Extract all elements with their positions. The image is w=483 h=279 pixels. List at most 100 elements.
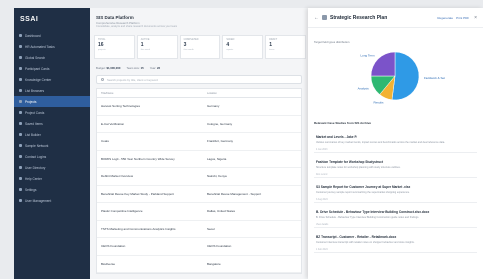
close-icon[interactable]: ×: [474, 15, 477, 21]
team-filter[interactable]: Team size: 15: [126, 66, 143, 70]
table-row[interactable]: Biodiverse Bangalore: [97, 256, 301, 273]
column-header-location[interactable]: Location: [207, 92, 301, 95]
card-desc: B. Drive Schedule - Behaviour Type Inter…: [316, 215, 420, 219]
table-row[interactable]: Coats Frankfurt, Germany: [97, 133, 301, 151]
row-title: CEOS Foundation: [101, 244, 126, 249]
sidebar-item-label: HR Automated Tasks: [25, 44, 55, 49]
card-desc: Various summaries of key market trends, …: [316, 140, 445, 144]
stat-note: reports: [226, 49, 234, 51]
sidebar-item[interactable]: List Builder: [14, 129, 90, 140]
sidebar-item[interactable]: Global Search: [14, 52, 90, 63]
table-row[interactable]: Plastic Competitive Intelligence Dallas, …: [97, 203, 301, 221]
case-study-card[interactable]: S3 Sample Report for Customer Journey at…: [314, 182, 477, 203]
chart-caption: Target field types distribution: [314, 40, 350, 44]
row-title: Plastic Competitive Intelligence: [101, 209, 143, 214]
row-title: Harvest Sorting Technologies: [101, 104, 140, 109]
stat-label: TOTAL: [98, 38, 106, 41]
nav-icon: [19, 144, 22, 147]
nav-icon: [19, 56, 22, 59]
sidebar-item[interactable]: Help Center: [14, 173, 90, 184]
sidebar-item[interactable]: User Management: [14, 195, 90, 206]
sidebar-item[interactable]: Saved Items: [14, 118, 90, 129]
sidebar: SSAI Dashboard HR Automated Tasks Global S…: [14, 8, 90, 279]
filter-bar: Budget: $1,000,000 Team size: 15 Year: 2…: [96, 64, 160, 72]
sidebar-item[interactable]: Project Cards: [14, 107, 90, 118]
stat-card: TOTAL 16 projects: [94, 35, 135, 59]
table-row[interactable]: E-Cat Verification Cologne, Germany: [97, 116, 301, 133]
budget-value: $1,000,000: [106, 66, 121, 70]
card-desc: Customer interview transcript with retai…: [316, 240, 415, 244]
year-filter[interactable]: Year: 22: [150, 66, 160, 70]
sidebar-item[interactable]: Sample Network: [14, 140, 90, 151]
card-meta: 3 Aug 2024: [316, 198, 328, 201]
search-input[interactable]: Search projects by title, client or keyw…: [96, 75, 302, 84]
row-location: Seoul: [207, 226, 215, 231]
sidebar-item[interactable]: Participant Cards: [14, 63, 90, 74]
sidebar-item[interactable]: Dashboard: [14, 30, 90, 41]
stat-value: 4: [226, 42, 230, 48]
nav-icon: [19, 78, 22, 81]
table-header: Title/Name Location: [97, 89, 301, 98]
case-study-card[interactable]: Market and Levels - Jake P. Various summa…: [314, 132, 477, 153]
sidebar-item[interactable]: Projects: [14, 96, 90, 107]
print-pdf-button[interactable]: Print PDF: [456, 16, 469, 20]
table-row[interactable]: CEOS Foundation CEOS Foundation: [97, 238, 301, 256]
row-location: Dallas, United States: [207, 209, 236, 214]
nav-icon: [19, 122, 22, 125]
regenerate-button[interactable]: Regenerate: [437, 16, 453, 20]
sidebar-item[interactable]: Knowledge Center: [14, 74, 90, 85]
case-studies-heading: Relevant Case Studies from SIS Archive: [314, 121, 372, 125]
page-title: SIS Data Platform: [96, 15, 134, 20]
sidebar-item[interactable]: HR Automated Tasks: [14, 41, 90, 52]
budget-label: Budget:: [96, 66, 106, 70]
table-row[interactable]: TSTS Marketing and Communications Analyt…: [97, 221, 301, 238]
case-study-card[interactable]: B. Drive Schedule - Behaviour Type Inter…: [314, 207, 477, 228]
case-study-card[interactable]: BZ Transcript - Customer - Retailer - Re…: [314, 232, 477, 253]
sidebar-item[interactable]: User Directory: [14, 162, 90, 173]
pie-slice-label: Results: [373, 101, 384, 105]
stat-note: this month: [183, 49, 194, 51]
sidebar-item-label: List Builder: [25, 132, 41, 137]
row-title: Biodiverse: [101, 261, 116, 266]
nav-icon: [19, 100, 22, 103]
pie-slice-label: Fieldwork & Set: [424, 76, 445, 80]
sidebar-item[interactable]: Settings: [14, 184, 90, 195]
back-arrow-icon[interactable]: ←: [314, 15, 319, 21]
stat-note: projects: [98, 49, 106, 51]
sidebar-item-label: Sample Network: [25, 143, 49, 148]
pie-slice-label: Long Term: [360, 53, 375, 57]
row-location: Germany: [207, 104, 220, 109]
nav-icon: [19, 177, 22, 180]
sidebar-item-label: Project Cards: [25, 110, 45, 115]
pie-chart: Fieldwork & Set Results Analysis Long Term: [314, 45, 477, 107]
stats-row: TOTAL 16 projects ACTIVE 1 this week COMPLETED…: [94, 35, 306, 59]
pie-slice[interactable]: [391, 51, 420, 101]
nav-icon: [19, 155, 22, 158]
row-title: Beneficial Reuse Key Market Study - Park…: [101, 191, 174, 196]
row-title: BORIIS Logit - 550 Year Northern Country…: [101, 156, 175, 161]
page-description: Consolidate, analyze and share research …: [96, 25, 178, 28]
stat-label: COMPLETED: [183, 38, 199, 41]
sidebar-item-label: Knowledge Center: [25, 77, 52, 82]
stat-label: SAVED: [226, 38, 235, 41]
case-study-card[interactable]: Fashion Template for Workshop Studystruc…: [314, 157, 477, 178]
card-title: B. Drive Schedule - Behaviour Type Inter…: [316, 210, 430, 214]
table-row[interactable]: Debbit Market Overview Nairobi, Kenya: [97, 168, 301, 186]
sidebar-item-label: Saved Items: [25, 121, 43, 126]
sidebar-item[interactable]: Contact Logins: [14, 151, 90, 162]
year-label: Year:: [149, 66, 157, 70]
sidebar-item-label: Settings: [25, 187, 37, 192]
card-meta: 1 Feb 2024: [316, 248, 328, 251]
pie-slice[interactable]: [370, 51, 396, 77]
sidebar-item-label: Help Center: [25, 176, 43, 181]
stat-label: DRAFT: [269, 38, 278, 41]
table-row[interactable]: Beneficial Reuse Key Market Study - Park…: [97, 186, 301, 203]
table-row[interactable]: BORIIS Logit - 550 Year Northern Country…: [97, 151, 301, 168]
nav-icon: [19, 199, 22, 202]
stat-card: SAVED 4 reports: [222, 35, 264, 59]
sidebar-item[interactable]: List Browsers: [14, 85, 90, 96]
budget-filter[interactable]: Budget: $1,000,000: [96, 66, 120, 70]
table-row[interactable]: Harvest Sorting Technologies Germany: [97, 98, 301, 116]
row-location: Cologne, Germany: [207, 121, 233, 126]
column-header-title[interactable]: Title/Name: [97, 92, 207, 95]
